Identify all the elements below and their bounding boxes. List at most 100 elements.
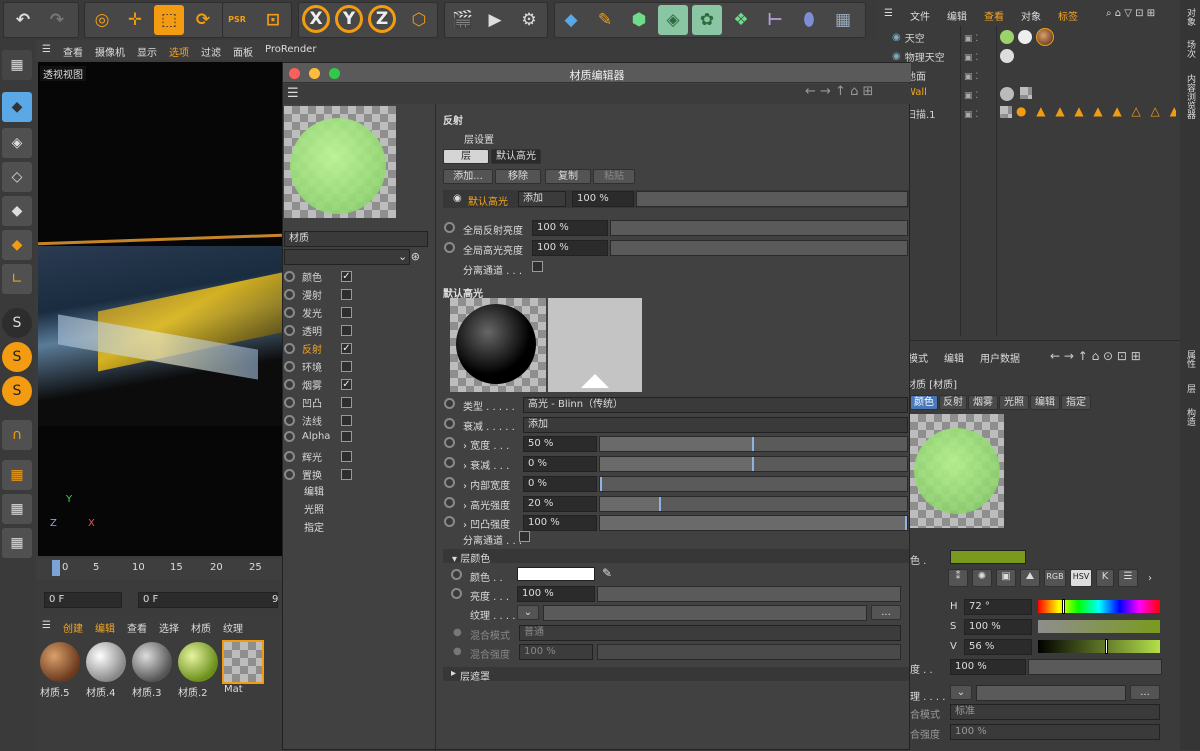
separate-pass-checkbox[interactable] <box>532 261 543 275</box>
material-name[interactable]: 材质.4 <box>86 684 116 699</box>
param-radio[interactable] <box>444 516 455 530</box>
channel-checkbox[interactable] <box>341 451 352 462</box>
editor-hamburger-icon[interactable]: ☰ <box>287 86 299 101</box>
editor-nav-icons[interactable]: ← → ↑ ⌂ ⊞ <box>805 84 873 99</box>
channel-row[interactable]: 反射 ✓ <box>284 341 352 356</box>
channel-checkbox[interactable] <box>341 325 352 336</box>
remove-layer-button[interactable]: 移除 <box>495 169 541 184</box>
material-name[interactable]: 材质.2 <box>178 684 208 699</box>
attr-texture-browse[interactable]: ... <box>1130 685 1160 700</box>
attr-blend-select[interactable]: 标准 <box>950 704 1160 720</box>
global-reflect-radio[interactable] <box>444 222 455 236</box>
object-row-sky[interactable]: ◉ 天空 <box>892 30 925 45</box>
attr-tab-color[interactable]: 颜色 <box>910 395 938 410</box>
channel-row[interactable]: 环境 <box>284 359 352 374</box>
channel-radio[interactable] <box>284 361 295 372</box>
mm-menu-material[interactable]: 材质 <box>191 620 211 635</box>
object-name[interactable]: 扫描.1 <box>906 106 936 121</box>
separate-pass2-checkbox[interactable] <box>519 531 530 545</box>
param-radio[interactable] <box>444 457 455 471</box>
channel-checkbox[interactable] <box>341 469 352 480</box>
hsv-mode[interactable]: HSV <box>1070 569 1092 587</box>
channel-extra-assign[interactable]: 指定 <box>304 519 324 534</box>
expand-arrow-icon[interactable]: › <box>1148 573 1152 584</box>
channel-label[interactable]: 颜色 <box>302 269 334 284</box>
layer-brightness-slider[interactable] <box>597 586 901 602</box>
select-icon[interactable]: ◎ <box>87 5 117 35</box>
global-reflect-field[interactable]: 100 % <box>532 220 608 236</box>
channel-radio[interactable] <box>284 271 295 282</box>
right-tab-attributes[interactable]: 属性 <box>1184 350 1197 368</box>
param-slider[interactable] <box>599 495 908 512</box>
channel-radio[interactable] <box>284 431 295 442</box>
param-radio[interactable] <box>444 476 455 491</box>
blend-strength-slider[interactable] <box>597 644 901 660</box>
channel-checkbox[interactable] <box>341 397 352 408</box>
redo-icon[interactable]: ↷ <box>42 5 72 35</box>
channel-checkbox[interactable] <box>341 361 352 372</box>
viewport-menu-view[interactable]: 查看 <box>63 44 83 59</box>
attr-nav-icons[interactable]: ← → ↑ ⌂ ⊙ ⊡ ⊞ <box>1050 349 1141 363</box>
pen-icon[interactable]: ✎ <box>590 5 620 35</box>
layer-name[interactable]: 默认高光 <box>468 193 508 208</box>
channel-radio[interactable] <box>284 397 295 408</box>
right-tab-layers[interactable]: 层 <box>1184 384 1197 393</box>
add-layer-button[interactable]: 添加... <box>443 169 493 184</box>
attr-color-swatch[interactable] <box>950 550 1026 564</box>
layer-color-title[interactable]: ▾ 层颜色 <box>452 550 490 565</box>
frame-start-field[interactable]: 0 F <box>44 592 122 608</box>
channel-row[interactable]: 烟雾 ✓ <box>284 377 352 392</box>
channel-label[interactable]: 发光 <box>302 305 334 320</box>
material-picker-icon[interactable]: ⌄ ⊛ <box>398 250 420 263</box>
param-field[interactable]: 100 % <box>523 515 597 532</box>
channel-row[interactable]: 颜色 ✓ <box>284 269 352 284</box>
channel-extra-edit[interactable]: 编辑 <box>304 483 324 498</box>
channel-checkbox[interactable] <box>341 431 352 442</box>
layer-texture-browse[interactable]: ... <box>871 605 901 620</box>
visibility-dots[interactable]: ▣ ⁚ ▣ ⁚ ▣ ⁚ ▣ ⁚ ▣ ⁚ <box>964 30 994 124</box>
channel-label[interactable]: 烟雾 <box>302 377 334 392</box>
channel-row[interactable]: 法线 <box>284 413 352 428</box>
channel-radio[interactable] <box>284 307 295 318</box>
channel-row[interactable]: 辉光 <box>284 449 352 464</box>
psr-icon[interactable]: PSR <box>222 5 252 35</box>
material-name[interactable]: 材质.5 <box>40 684 70 699</box>
world-icon[interactable]: ⬡ <box>404 5 434 35</box>
attr-menu-mode[interactable]: 模式 <box>908 350 928 365</box>
channel-label[interactable]: 漫射 <box>302 287 334 302</box>
attr-tab-edit[interactable]: 编辑 <box>1030 395 1060 410</box>
attr-preview[interactable] <box>910 414 1004 528</box>
layer-opacity-slider[interactable] <box>636 191 908 207</box>
channel-checkbox[interactable]: ✓ <box>341 271 352 282</box>
channel-radio[interactable] <box>284 289 295 300</box>
image-mode-icon[interactable]: ▣ <box>996 569 1016 587</box>
material-dropdown[interactable] <box>284 249 410 265</box>
channel-checkbox[interactable] <box>341 415 352 426</box>
channel-radio[interactable] <box>284 469 295 480</box>
channel-label[interactable]: 辉光 <box>302 449 334 464</box>
material-name[interactable]: 材质.3 <box>132 684 162 699</box>
layer-color-radio[interactable] <box>451 569 462 583</box>
channel-row[interactable]: 置换 <box>284 467 352 482</box>
viewport-menu-camera[interactable]: 摄像机 <box>95 44 125 59</box>
channel-label[interactable]: 凹凸 <box>302 395 334 410</box>
material-swatch[interactable] <box>132 642 172 682</box>
eyedropper-icon[interactable]: ✎ <box>602 566 612 580</box>
editor-preview[interactable] <box>284 106 396 218</box>
param-field[interactable]: 50 % <box>523 436 597 453</box>
grid-icon[interactable]: ▦ <box>2 528 32 558</box>
kelvin-mode[interactable]: K <box>1096 569 1114 587</box>
undo-icon[interactable]: ↶ <box>8 5 38 35</box>
mm-menu-view[interactable]: 查看 <box>127 620 147 635</box>
param-radio[interactable] <box>444 417 455 432</box>
layer-brightness-field[interactable]: 100 % <box>517 586 595 602</box>
attr-tab-assign[interactable]: 指定 <box>1061 395 1091 410</box>
om-search-icon[interactable]: ⌕ ⌂ ▽ ⊡ ⊞ <box>1106 8 1155 19</box>
viewport-menu-panel[interactable]: 面板 <box>233 44 253 59</box>
rgb-mode[interactable]: RGB <box>1044 569 1066 587</box>
attr-tab-reflect[interactable]: 反射 <box>939 395 967 410</box>
snap-settings-icon[interactable]: S <box>2 376 32 406</box>
channel-label[interactable]: 环境 <box>302 359 334 374</box>
hamburger-icon[interactable]: ☰ <box>42 44 51 59</box>
channel-row[interactable]: 漫射 <box>284 287 352 302</box>
